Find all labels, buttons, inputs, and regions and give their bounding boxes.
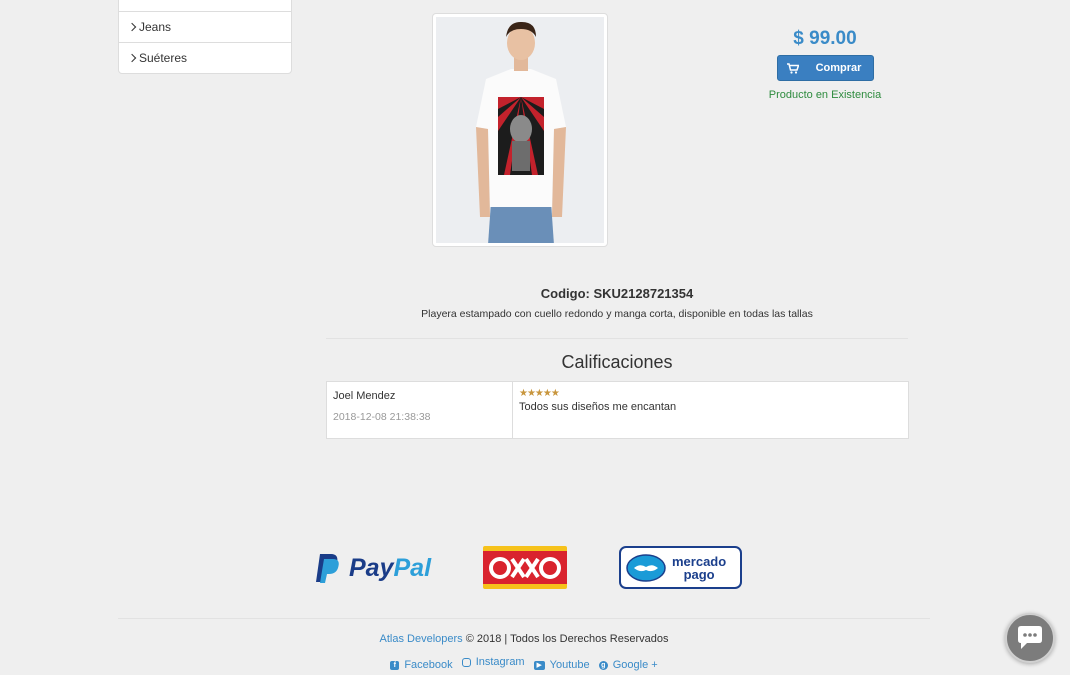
cart-icon [778, 56, 808, 80]
chevron-right-icon [127, 53, 137, 63]
review-content-cell: ★★★★★ Todos sus diseños me encantan [513, 382, 908, 438]
chevron-right-icon [127, 22, 137, 32]
review-row: Joel Mendez 2018-12-08 21:38:38 ★★★★★ To… [326, 381, 909, 439]
footer-divider [118, 618, 930, 619]
sidebar-item-top[interactable] [119, 0, 291, 11]
review-date: 2018-12-08 21:38:38 [333, 411, 431, 423]
product-sku: Codigo: SKU2128721354 [540, 286, 694, 301]
oxxo-logo [483, 546, 567, 589]
mercadopago-logo: mercado pago [619, 546, 742, 589]
social-links: f Facebook Instagram ▶ Youtube g Google + [118, 656, 930, 671]
divider [326, 338, 908, 339]
sidebar-item-label: Jeans [139, 20, 172, 34]
youtube-icon: ▶ [533, 660, 545, 670]
youtube-link[interactable]: ▶ Youtube [533, 659, 590, 671]
stock-status: Producto en Existencia [768, 89, 882, 101]
facebook-link[interactable]: f Facebook [390, 659, 453, 671]
product-price: $ 99.00 [793, 28, 857, 49]
sidebar-item-sueteres[interactable]: Suéteres [119, 42, 291, 73]
category-sidebar: Jeans Suéteres [118, 0, 292, 74]
paypal-icon [316, 554, 339, 583]
paypal-logo: PayPal [315, 550, 447, 586]
review-author-cell: Joel Mendez 2018-12-08 21:38:38 [327, 382, 513, 438]
copyright: Atlas Developers © 2018 | Todos los Dere… [118, 633, 930, 645]
product-image [436, 17, 604, 243]
ratings-title: Calificaciones [561, 352, 673, 372]
product-description: Playera estampado con cuello redondo y m… [421, 308, 813, 320]
instagram-link[interactable]: Instagram [461, 656, 525, 668]
sidebar-item-label: Suéteres [139, 51, 188, 65]
google-plus-link[interactable]: g Google + [598, 659, 658, 671]
product-image-frame[interactable] [432, 13, 608, 247]
buy-button[interactable]: Comprar [777, 55, 874, 81]
buy-button-label: Comprar [815, 62, 862, 74]
instagram-icon [461, 657, 471, 667]
copyright-text: © 2018 | Todos los Derechos Reservados [462, 633, 669, 645]
review-author: Joel Mendez [333, 390, 396, 402]
google-plus-icon: g [598, 660, 608, 670]
handshake-icon [626, 553, 666, 582]
review-comment: Todos sus diseños me encantan [519, 401, 677, 413]
star-rating: ★★★★★ [519, 388, 560, 399]
chat-widget-button[interactable] [1005, 613, 1055, 663]
chat-bubble-icon [1018, 626, 1042, 649]
brand-link[interactable]: Atlas Developers [380, 633, 463, 645]
facebook-icon: f [390, 660, 400, 670]
sidebar-item-jeans[interactable]: Jeans [119, 11, 291, 42]
